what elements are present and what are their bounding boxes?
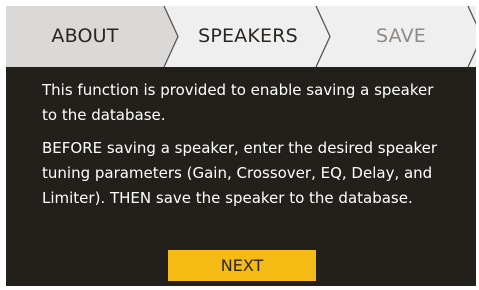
description-paragraph-2: BEFORE saving a speaker, enter the desir… — [42, 139, 438, 207]
next-button[interactable]: NEXT — [168, 250, 316, 281]
wizard-tab-bar: ABOUT SPEAKERS SAVE — [6, 6, 476, 67]
description-paragraph-1: This function is provided to enable savi… — [42, 81, 434, 124]
tab-about[interactable]: ABOUT — [6, 6, 164, 67]
tab-speakers[interactable]: SPEAKERS — [174, 6, 322, 67]
about-description: This function is provided to enable savi… — [42, 78, 442, 219]
wizard-panel: ABOUT SPEAKERS SAVE This function is pro… — [6, 6, 476, 286]
tab-save[interactable]: SAVE — [336, 6, 466, 67]
